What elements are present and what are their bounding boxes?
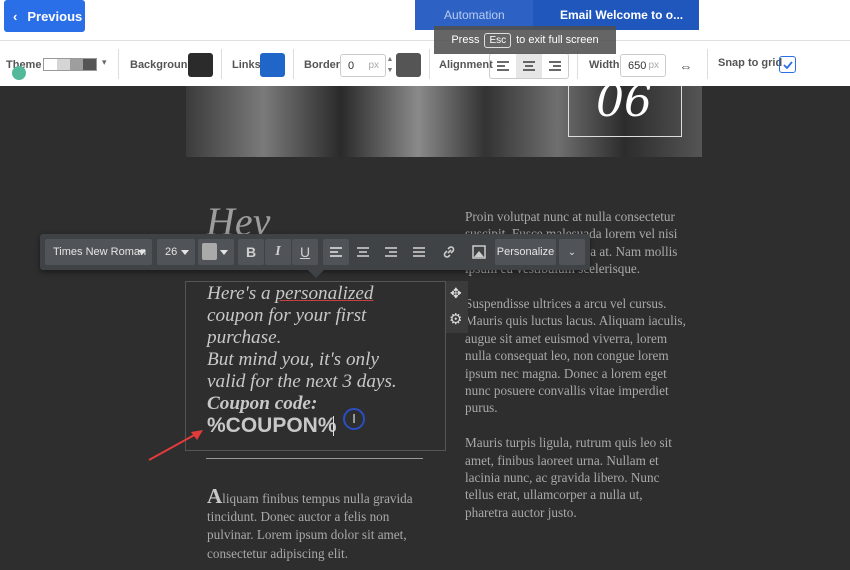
underline-button[interactable]: U xyxy=(292,239,318,265)
width-value: 650 xyxy=(628,59,647,72)
border-value: 0 xyxy=(348,59,355,72)
settings-toolbar: Theme ▾ Background Links Border 0 px ▲ ▼ … xyxy=(0,40,850,86)
block-side-controls: ✥ ⚙ xyxy=(446,281,468,333)
border-stepper[interactable]: ▲ ▼ xyxy=(385,54,395,77)
move-icon[interactable]: ✥ xyxy=(450,285,462,302)
text-cursor-icon: I xyxy=(343,408,365,430)
text-color-select[interactable] xyxy=(198,239,234,265)
checkmark-icon xyxy=(782,60,793,69)
align-center-button[interactable] xyxy=(350,239,376,265)
snap-to-grid-label: Snap to grid xyxy=(718,57,783,69)
align-justify-icon xyxy=(413,247,425,257)
chevron-down-icon: ⌄ xyxy=(567,246,577,258)
link-button[interactable] xyxy=(436,239,462,265)
coupon-line: Here's a personalized xyxy=(207,283,374,304)
align-center-icon xyxy=(357,247,369,257)
alignment-group xyxy=(489,53,569,79)
border-label: Border xyxy=(304,59,341,71)
text-caret xyxy=(333,416,334,436)
right-paragraph: Mauris turpis ligula, rutrum quis leo si… xyxy=(465,435,672,520)
font-size-select[interactable]: 26 xyxy=(157,239,195,265)
toast-before: Press xyxy=(451,34,480,46)
annotation-arrow-icon xyxy=(148,430,203,461)
border-unit: px xyxy=(368,60,379,71)
background-color-swatch[interactable] xyxy=(188,53,213,77)
align-center-button[interactable] xyxy=(516,54,542,78)
align-center-icon xyxy=(523,61,535,71)
align-right-button[interactable] xyxy=(378,239,404,265)
align-right-icon xyxy=(385,247,397,257)
personalize-button[interactable]: Personalize xyxy=(495,239,556,265)
align-right-icon xyxy=(549,61,561,71)
banner-image[interactable]: 06 xyxy=(186,86,702,157)
chevron-down-icon[interactable]: ▾ xyxy=(102,57,107,68)
left-paragraph[interactable]: Aliquam finibus tempus nulla gravida tin… xyxy=(207,484,432,563)
chevron-down-icon xyxy=(181,250,189,255)
links-label: Links xyxy=(232,59,261,71)
text-color-swatch xyxy=(202,243,217,260)
background-label: Background xyxy=(130,59,195,71)
image-icon xyxy=(472,245,486,259)
font-size-value: 26 xyxy=(165,246,178,258)
align-left-button[interactable] xyxy=(490,54,516,78)
coupon-line: coupon for your first xyxy=(207,305,367,326)
align-left-icon xyxy=(330,247,342,257)
fullscreen-toast: Press Esc to exit full screen xyxy=(434,26,616,54)
width-input[interactable]: 650 px xyxy=(620,54,666,77)
banner-number: 06 xyxy=(596,86,652,127)
drop-cap: A xyxy=(207,484,223,508)
width-unit: px xyxy=(648,60,659,71)
font-family-select[interactable]: Times New Roman xyxy=(45,239,152,265)
coupon-code-label: Coupon code: xyxy=(207,393,318,414)
top-bar: ‹ Previous Automation Email Welcome to o… xyxy=(0,0,850,40)
coupon-message[interactable]: Here's a personalized coupon for your fi… xyxy=(207,283,397,415)
border-input[interactable]: 0 px xyxy=(340,54,386,77)
links-color-swatch[interactable] xyxy=(260,53,285,77)
border-color-swatch[interactable] xyxy=(396,53,421,77)
toast-after: to exit full screen xyxy=(516,34,599,46)
chevron-down-icon xyxy=(220,250,228,255)
coupon-line: purchase. xyxy=(207,327,282,348)
theme-selector[interactable] xyxy=(43,58,97,71)
personalized-word: personalized xyxy=(275,283,374,304)
width-label: Width xyxy=(589,59,620,71)
coupon-code-tag[interactable]: %COUPON% xyxy=(207,414,337,438)
previous-label: Previous xyxy=(27,8,83,24)
coupon-line: But mind you, it's only xyxy=(207,349,379,370)
text-format-toolbar: Times New Roman 26 B I U Personalize ⌄ xyxy=(40,234,590,278)
chevron-down-icon xyxy=(138,250,146,255)
arrows-horizontal-icon: ⇔ xyxy=(679,58,693,74)
align-justify-button[interactable] xyxy=(406,239,432,265)
link-icon xyxy=(443,246,455,258)
left-paragraph-text: liquam finibus tempus nulla gravida tinc… xyxy=(207,491,413,561)
gear-icon[interactable]: ⚙ xyxy=(449,310,462,328)
align-right-button[interactable] xyxy=(542,54,568,78)
esc-key: Esc xyxy=(484,32,512,48)
italic-button[interactable]: I xyxy=(265,239,291,265)
align-left-button[interactable] xyxy=(323,239,349,265)
image-button[interactable] xyxy=(466,239,492,265)
font-family-value: Times New Roman xyxy=(53,246,147,258)
more-options-button[interactable]: ⌄ xyxy=(559,239,585,265)
right-paragraph: Suspendisse ultrices a arcu vel cursus. … xyxy=(465,296,686,416)
snap-to-grid-checkbox[interactable] xyxy=(779,56,796,73)
alignment-label: Alignment xyxy=(439,59,493,71)
cursor-indicator xyxy=(12,66,26,80)
previous-button[interactable]: ‹ Previous xyxy=(4,0,85,32)
full-width-button[interactable]: ⇔ xyxy=(674,54,698,78)
coupon-line: valid for the next 3 days. xyxy=(207,371,397,392)
bold-button[interactable]: B xyxy=(238,239,264,265)
align-left-icon xyxy=(497,61,509,71)
divider xyxy=(206,458,423,459)
chevron-left-icon: ‹ xyxy=(13,8,18,24)
